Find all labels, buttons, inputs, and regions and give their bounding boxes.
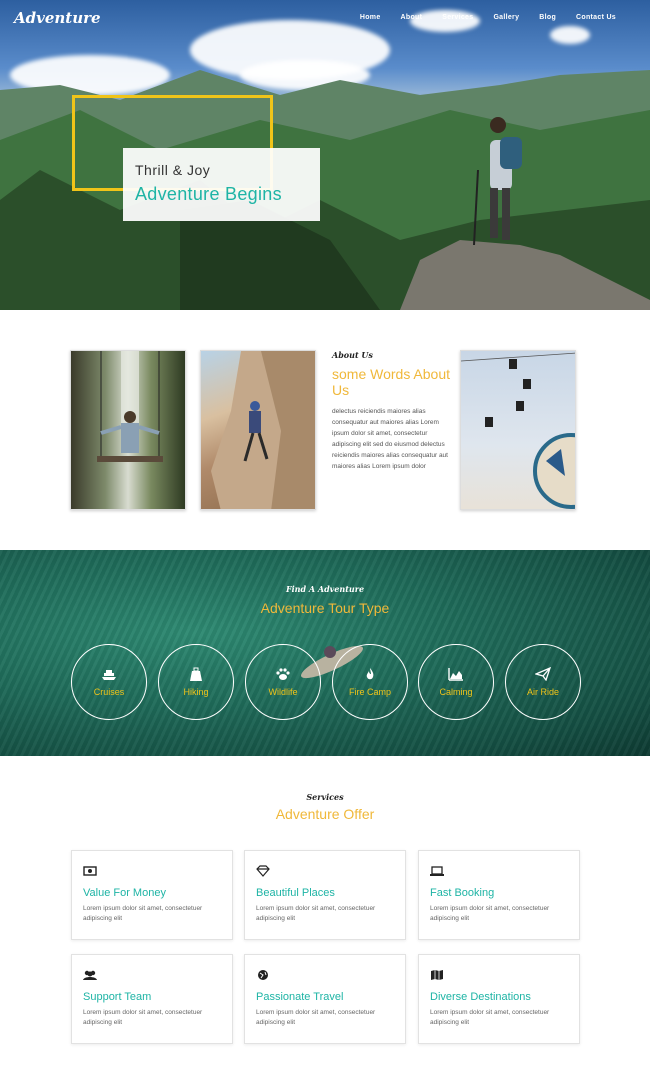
services-label: Services	[306, 792, 344, 802]
laptop-icon	[430, 865, 444, 877]
area-chart-icon	[448, 667, 464, 681]
tour-name: Air Ride	[526, 687, 559, 697]
nav-home[interactable]: Home	[345, 2, 391, 28]
tour-cruises[interactable]: Cruises	[71, 644, 147, 720]
hero-title: Adventure Begins	[135, 184, 282, 204]
service-desc: Lorem ipsum dolor sit amet, consectetuer…	[256, 905, 376, 922]
nav-blog[interactable]: Blog	[529, 14, 566, 21]
services-heading: Adventure Offer	[275, 806, 375, 822]
site-logo[interactable]: Adventure	[14, 9, 101, 27]
service-desc: Lorem ipsum dolor sit amet, consectetuer…	[83, 905, 203, 922]
tour-calming[interactable]: Calming	[418, 644, 494, 720]
tour-name: Fire Camp	[348, 687, 391, 697]
tour-name: Calming	[439, 687, 473, 697]
hero-banner: Adventure Home About Services Gallery Bl…	[0, 0, 650, 310]
about-label: About Us	[332, 350, 373, 360]
service-card[interactable]: Passionate Travel Lorem ipsum dolor sit …	[244, 954, 406, 1044]
tour-name: Cruises	[93, 687, 125, 697]
nav-services[interactable]: Services	[432, 14, 483, 21]
services-section: Services Adventure Offer Value For Money…	[0, 756, 650, 1079]
tour-air-ride[interactable]: Air Ride	[505, 644, 581, 720]
tours-label: Find A Adventure	[285, 584, 365, 594]
diamond-icon	[256, 865, 270, 877]
nav-gallery[interactable]: Gallery	[483, 14, 529, 21]
tour-fire-camp[interactable]: Fire Camp	[332, 644, 408, 720]
service-card[interactable]: Fast Booking Lorem ipsum dolor sit amet,…	[418, 850, 580, 940]
climber-photo	[200, 350, 316, 510]
service-desc: Lorem ipsum dolor sit amet, consectetuer…	[256, 1009, 376, 1026]
service-card[interactable]: Support Team Lorem ipsum dolor sit amet,…	[71, 954, 233, 1044]
nav-about[interactable]: About	[391, 14, 433, 21]
tour-wildlife[interactable]: Wildlife	[245, 644, 321, 720]
money-icon	[83, 865, 97, 877]
service-card[interactable]: Value For Money Lorem ipsum dolor sit am…	[71, 850, 233, 940]
paw-icon	[275, 667, 291, 681]
service-card[interactable]: Beautiful Places Lorem ipsum dolor sit a…	[244, 850, 406, 940]
swing-photo	[70, 350, 186, 510]
tour-name: Hiking	[183, 687, 209, 697]
service-card[interactable]: Diverse Destinations Lorem ipsum dolor s…	[418, 954, 580, 1044]
service-title: Value For Money	[83, 887, 166, 899]
about-section: About Us some Words About Us delectus re…	[0, 310, 650, 550]
about-heading: some Words About Us	[332, 366, 451, 398]
globe-icon	[256, 969, 270, 981]
about-text-block: About Us some Words About Us delectus re…	[332, 350, 452, 472]
hero-tagline: Thrill & Joy	[135, 162, 211, 178]
nav-contact[interactable]: Contact Us	[566, 14, 626, 21]
hero-card: Thrill & Joy Adventure Begins	[123, 148, 320, 221]
about-body: delectus reiciendis maiores alias conseq…	[332, 408, 448, 470]
chairlift-photo	[460, 350, 576, 510]
tour-hiking[interactable]: Hiking	[158, 644, 234, 720]
backpack-icon	[188, 667, 204, 681]
service-title: Diverse Destinations	[430, 991, 531, 1003]
service-title: Fast Booking	[430, 887, 495, 899]
map-icon	[430, 969, 444, 981]
service-title: Passionate Travel	[256, 991, 344, 1003]
main-nav: Home About Services Gallery Blog Contact…	[345, 2, 626, 28]
service-desc: Lorem ipsum dolor sit amet, consectetuer…	[430, 1009, 550, 1026]
service-title: Beautiful Places	[256, 887, 335, 899]
paper-plane-icon	[535, 667, 551, 681]
tour-types-section: Find A Adventure Adventure Tour Type Cru…	[0, 550, 650, 756]
service-desc: Lorem ipsum dolor sit amet, consectetuer…	[430, 905, 550, 922]
service-title: Support Team	[83, 991, 152, 1003]
fire-icon	[362, 667, 378, 681]
service-desc: Lorem ipsum dolor sit amet, consectetuer…	[83, 1009, 203, 1026]
ship-icon	[101, 667, 117, 681]
tour-name: Wildlife	[268, 687, 298, 697]
tours-heading: Adventure Tour Type	[260, 600, 390, 616]
users-icon	[83, 969, 97, 981]
